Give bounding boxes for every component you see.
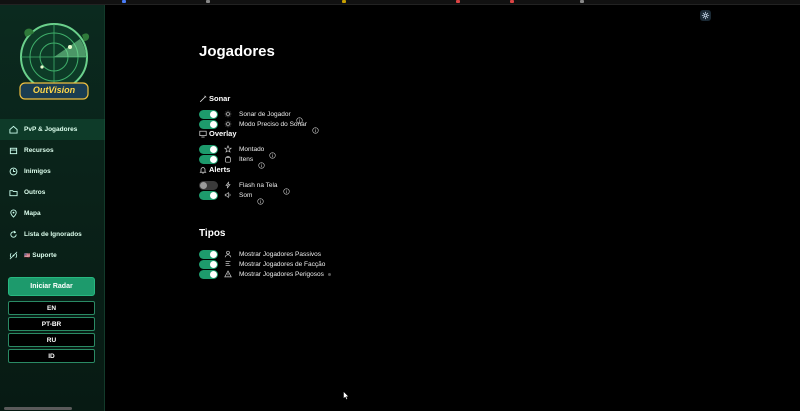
- logo-text: OutVision: [32, 85, 76, 95]
- toggle-switch[interactable]: [199, 190, 218, 200]
- clock-icon: [8, 167, 18, 177]
- home-icon: [8, 125, 18, 135]
- toggle-switch[interactable]: [199, 144, 218, 154]
- mouse-cursor-icon: [343, 391, 349, 400]
- indicator-dot: [327, 272, 331, 276]
- pencil-icon: [199, 95, 207, 102]
- sidebar-item-lista-de-ignorados[interactable]: Lista de Ignorados: [0, 224, 105, 245]
- setting-label: Modo Preciso do Sonar: [239, 120, 307, 128]
- sidebar-item-inimigos[interactable]: Inimigos: [0, 161, 105, 182]
- section-title: Sonar: [209, 94, 231, 103]
- outvision-logo: OutVision: [12, 19, 96, 105]
- box-icon: [8, 146, 18, 156]
- setting-row-sonar-de-jogador: Sonar de Jogador: [199, 109, 303, 124]
- setting-row-jogadores-passivos: Mostrar Jogadores Passivos: [199, 249, 321, 259]
- setting-label: Montado: [239, 145, 265, 153]
- setting-label: Mostrar Jogadores Passivos: [239, 250, 322, 258]
- setting-label: Flash na Tela: [239, 181, 278, 189]
- sidebar-item-outros[interactable]: Outros: [0, 182, 105, 203]
- info-icon[interactable]: [296, 111, 303, 124]
- sidebar-item-label: Outros: [24, 189, 46, 196]
- map-pin-icon: [8, 209, 18, 219]
- section-title: Alerts: [209, 165, 231, 174]
- setting-label: Mostrar Jogadores de Facção: [239, 260, 326, 268]
- toggle-switch[interactable]: [199, 269, 218, 279]
- star-icon: [223, 144, 233, 154]
- sidebar: OutVision PvP & Jogadores Recursos Inimi…: [0, 5, 105, 411]
- sidebar-item-label: PvP & Jogadores: [24, 126, 78, 133]
- section-header-alerts: Alerts: [199, 165, 230, 174]
- setting-label: Som: [239, 191, 253, 199]
- section-header-overlay: Overlay: [199, 129, 237, 138]
- setting-row-modo-preciso-do-sonar: Modo Preciso do Sonar: [199, 119, 319, 134]
- info-icon[interactable]: [257, 192, 264, 205]
- user-icon: [223, 249, 233, 259]
- toggle-switch[interactable]: [199, 109, 218, 119]
- us-flag-icon: 🇺🇸: [24, 252, 31, 259]
- refresh-icon: [8, 230, 18, 240]
- info-icon[interactable]: [282, 182, 290, 195]
- setting-row-som: Som: [199, 190, 264, 205]
- setting-label: Mostrar Jogadores Perigosos: [239, 270, 324, 278]
- toggle-switch[interactable]: [199, 249, 218, 259]
- flag-icon: [223, 259, 233, 269]
- bolt-icon: [223, 180, 233, 190]
- tab-indicator: [122, 0, 126, 3]
- warning-icon: [223, 269, 233, 279]
- language-button-id[interactable]: ID: [8, 349, 95, 363]
- toggle-switch[interactable]: [199, 259, 218, 269]
- horizontal-scrollbar[interactable]: [4, 407, 72, 410]
- sidebar-item-label: Suporte: [32, 252, 57, 259]
- toggle-switch[interactable]: [199, 119, 218, 129]
- bell-icon: [199, 166, 207, 174]
- sidebar-item-mapa[interactable]: Mapa: [0, 203, 105, 224]
- language-button-ru[interactable]: RU: [8, 333, 95, 347]
- settings-icon[interactable]: [700, 10, 711, 21]
- tab-indicator: [510, 0, 514, 3]
- folder-icon: [8, 188, 18, 198]
- setting-row-jogadores-de-faccao: Mostrar Jogadores de Facção: [199, 259, 325, 269]
- sidebar-item-label: Recursos: [24, 147, 54, 154]
- tab-indicator: [580, 0, 584, 3]
- tab-indicator: [456, 0, 460, 3]
- start-radar-button[interactable]: Iniciar Radar: [8, 277, 95, 296]
- tab-indicator: [206, 0, 210, 3]
- language-button-pt-br[interactable]: PT-BR: [8, 317, 95, 331]
- info-icon[interactable]: [258, 156, 265, 169]
- sidebar-item-suporte[interactable]: 🇺🇸 Suporte: [0, 245, 105, 266]
- setting-label: Itens: [239, 155, 254, 163]
- page-title: Jogadores: [199, 43, 275, 60]
- sidebar-item-label: Mapa: [24, 210, 41, 217]
- setting-row-itens: Itens: [199, 154, 265, 169]
- sidebar-item-label: Lista de Ignorados: [24, 231, 82, 238]
- language-button-en[interactable]: EN: [8, 301, 95, 315]
- section-title: Overlay: [209, 129, 237, 138]
- sun-icon: [223, 109, 233, 119]
- browser-top-bar: [0, 0, 800, 5]
- sidebar-item-label: Inimigos: [24, 168, 51, 175]
- info-icon[interactable]: [269, 146, 276, 159]
- setting-row-flash-na-tela: Flash na Tela: [199, 180, 290, 195]
- sidebar-item-pvp-jogadores[interactable]: PvP & Jogadores: [0, 119, 105, 140]
- toggle-switch[interactable]: [199, 154, 218, 164]
- section-title-tipos: Tipos: [199, 228, 226, 239]
- speaker-icon: [223, 190, 233, 200]
- setting-row-jogadores-perigosos: Mostrar Jogadores Perigosos: [199, 269, 331, 279]
- toggle-switch[interactable]: [199, 180, 218, 190]
- bag-icon: [223, 154, 233, 164]
- sidebar-item-recursos[interactable]: Recursos: [0, 140, 105, 161]
- info-icon[interactable]: [312, 121, 319, 134]
- section-header-sonar: Sonar: [199, 94, 230, 103]
- sun-icon: [223, 119, 233, 129]
- tab-indicator: [342, 0, 346, 3]
- setting-row-montado: Montado: [199, 144, 276, 159]
- setting-label: Sonar de Jogador: [239, 110, 291, 118]
- sidebar-nav: PvP & Jogadores Recursos Inimigos Outros…: [0, 119, 105, 266]
- broadcast-icon: [8, 251, 18, 261]
- monitor-icon: [199, 130, 207, 137]
